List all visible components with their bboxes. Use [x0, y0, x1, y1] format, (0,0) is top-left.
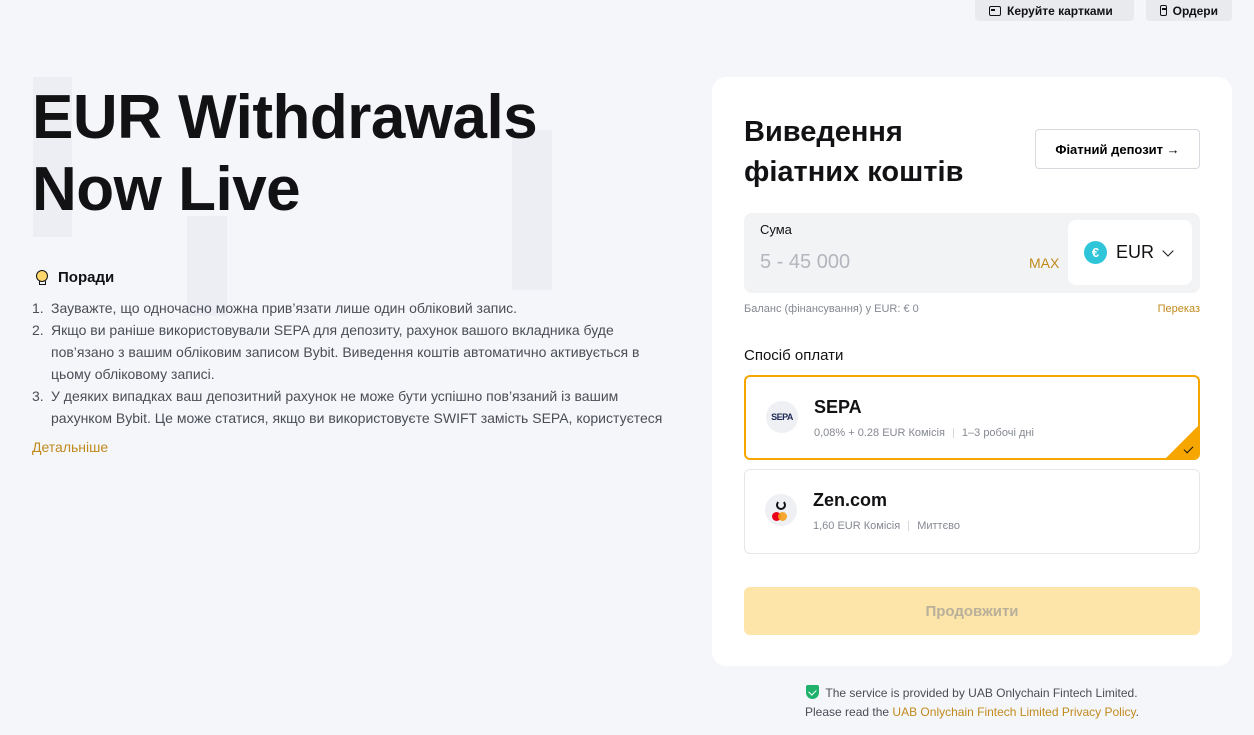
mastercard-icon-overlap [778, 512, 787, 521]
learn-more-link[interactable]: Детальніше [32, 439, 108, 455]
balance-text: Баланс (фінансування) у EUR: € 0 [744, 303, 919, 315]
withdraw-card: Виведення фіатних коштів Фіатний депозит… [712, 77, 1232, 666]
footer-suffix: . [1135, 705, 1139, 719]
tip-item: 1. Зауважте, що одночасно можна прив’язат… [32, 297, 672, 319]
max-button[interactable]: MAX [1029, 255, 1059, 271]
amount-input[interactable] [760, 251, 1010, 274]
zen-ring-icon [776, 500, 786, 510]
tip-item: 3. У деяких випадках ваш депозитний рахун… [32, 385, 672, 427]
service-footer: The service is provided by UAB Onlychain… [712, 684, 1232, 722]
sepa-logo-text: SEPA [771, 412, 793, 422]
manage-cards-button[interactable]: Керуйте картками [975, 0, 1134, 21]
currency-label: EUR [1116, 242, 1155, 262]
tips-heading-label: Поради [58, 268, 115, 286]
payment-method-sepa[interactable]: SEPA SEPA 0,08% + 0.28 EUR Комісія 1–3 р… [744, 375, 1200, 460]
method-name: SEPA [814, 397, 862, 417]
method-time: Миттєво [917, 520, 961, 532]
hero-title: EUR Withdrawals Now Live [32, 83, 538, 224]
continue-button[interactable]: Продовжити [744, 587, 1200, 635]
divider [952, 428, 954, 438]
zen-logo-icon [765, 494, 797, 526]
footer-line-1: The service is provided by UAB Onlychain… [712, 684, 1232, 703]
amount-field: Сума MAX € EUR [744, 213, 1200, 293]
document-icon [1160, 5, 1167, 16]
currency-select[interactable]: € EUR [1068, 220, 1192, 285]
privacy-policy-link[interactable]: UAB Onlychain Fintech Limited Privacy Po… [892, 705, 1135, 719]
footer-prefix: Please read the [805, 705, 893, 719]
shield-check-icon [806, 685, 820, 699]
orders-button[interactable]: Ордери [1146, 0, 1232, 21]
divider [908, 521, 910, 531]
tips-heading: Поради [32, 268, 114, 286]
tip-number: 2. [32, 322, 44, 338]
lightbulb-icon [32, 268, 50, 286]
footer-provider-text: The service is provided by UAB Onlychain… [825, 686, 1138, 700]
method-fee: 1,60 EUR Комісія [813, 520, 901, 532]
fiat-deposit-button[interactable]: Фіатний депозит → [1035, 129, 1200, 169]
method-fee: 0,08% + 0.28 EUR Комісія [814, 427, 945, 439]
tip-number: 1. [32, 300, 44, 316]
tip-number: 3. [32, 388, 44, 404]
method-info: 1,60 EUR Комісія Миттєво [813, 520, 960, 532]
withdraw-title: Виведення фіатних коштів [744, 116, 964, 188]
method-name: Zen.com [813, 490, 888, 510]
tip-item: 2. Якщо ви раніше використовували SEPA дл… [32, 319, 672, 385]
tips-list: 1. Зауважте, що одночасно можна прив’язат… [32, 297, 672, 427]
chevron-down-icon [1162, 245, 1174, 257]
transfer-link[interactable]: Переказ [1158, 303, 1200, 315]
manage-cards-label: Керуйте картками [1007, 3, 1113, 18]
tip-text: Зауважте, що одночасно можна прив’язати … [51, 300, 518, 316]
tip-text: Якщо ви раніше використовували SEPA для … [51, 322, 640, 382]
amount-label: Сума [760, 222, 792, 237]
card-icon [989, 5, 1001, 16]
method-info: 0,08% + 0.28 EUR Комісія 1–3 робочі дні [814, 427, 1034, 439]
payment-method-label: Спосіб оплати [744, 347, 844, 364]
euro-icon: € [1084, 241, 1107, 264]
sepa-logo-icon: SEPA [766, 401, 798, 433]
selected-corner [1166, 426, 1198, 458]
orders-label: Ордери [1172, 3, 1218, 18]
method-time: 1–3 робочі дні [961, 427, 1034, 439]
payment-method-zen[interactable]: Zen.com 1,60 EUR Комісія Миттєво [744, 469, 1200, 554]
tip-text: У деяких випадках ваш депозитний рахунок… [51, 388, 663, 426]
footer-line-2: Please read the UAB Onlychain Fintech Li… [712, 703, 1232, 722]
